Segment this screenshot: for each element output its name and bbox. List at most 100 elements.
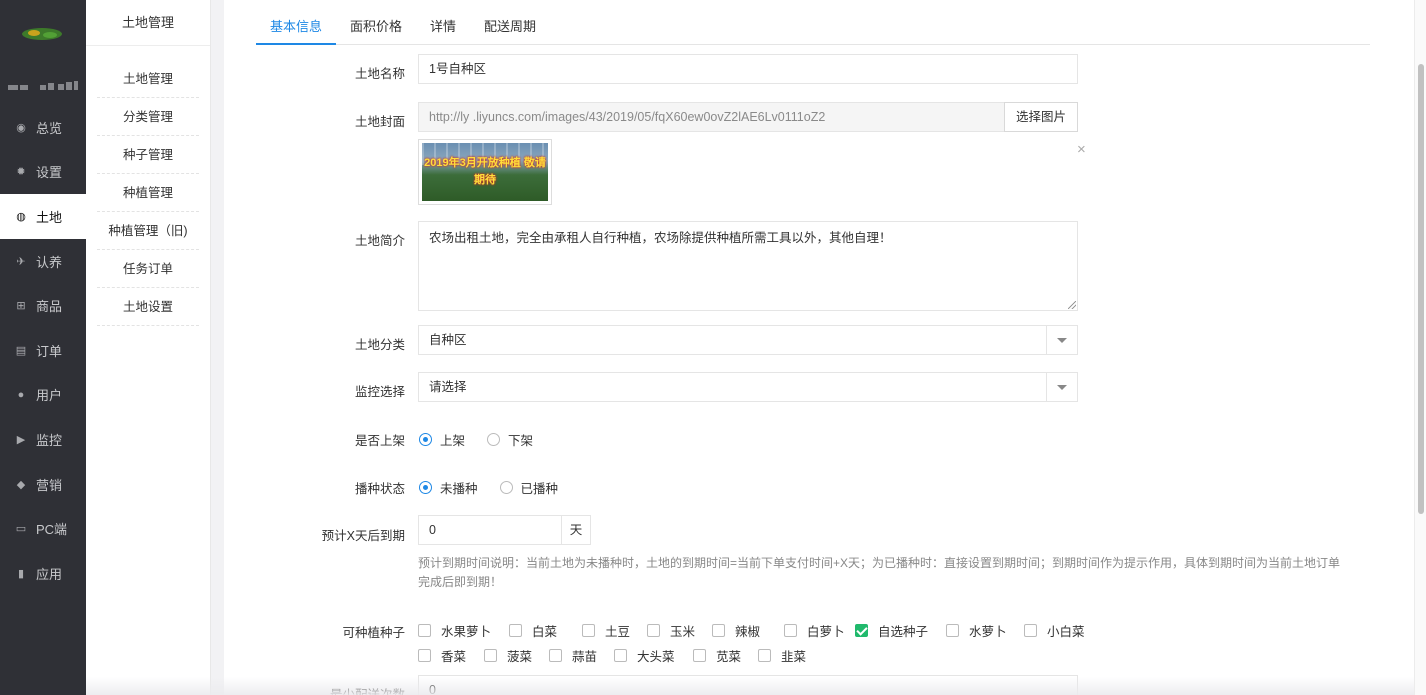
- category-dropdown-icon[interactable]: [1046, 326, 1077, 354]
- checkbox-icon[interactable]: [647, 624, 660, 637]
- tags-icon: ◆: [16, 478, 26, 491]
- nav-item-bird[interactable]: ✈ 认养: [0, 239, 86, 284]
- checkbox-icon[interactable]: [484, 649, 497, 662]
- tab-0[interactable]: 基本信息: [256, 8, 337, 45]
- cover-url-input[interactable]: http://ly .liyuncs.com/images/43/2019/05…: [418, 102, 1005, 132]
- land-name-input[interactable]: 1号自种区: [418, 54, 1078, 84]
- sow-label: 播种状态: [354, 482, 405, 496]
- sub-nav-item[interactable]: 种植管理: [97, 174, 199, 212]
- monitor-select[interactable]: 请选择: [418, 372, 1078, 402]
- page-scrollbar[interactable]: [1414, 0, 1426, 695]
- seed-option[interactable]: 玉米: [647, 621, 712, 640]
- radio-checked-icon[interactable]: [419, 433, 432, 446]
- seed-option[interactable]: 自选种子: [855, 621, 946, 640]
- nav-item-label: 用户: [36, 388, 63, 404]
- sub-nav-item[interactable]: 任务订单: [97, 250, 199, 288]
- sub-nav-list: 土地管理 分类管理 种子管理 种植管理 种植管理（旧) 任务订单 土地设置: [86, 60, 210, 326]
- seed-option[interactable]: 白菜: [509, 621, 582, 640]
- nav-item-list[interactable]: ▤ 订单: [0, 328, 86, 373]
- nav-item-label: 营销: [36, 477, 63, 493]
- radio-unchecked-icon[interactable]: [499, 481, 513, 494]
- radio-unchecked-icon[interactable]: [487, 433, 501, 446]
- shelf-off-option[interactable]: 下架: [487, 430, 533, 449]
- nav-item-dashboard[interactable]: ◉ 总览: [0, 105, 86, 150]
- expire-label: 预计X天后到期: [321, 529, 405, 543]
- category-label: 土地分类: [354, 338, 405, 352]
- seed-option[interactable]: 韭菜: [758, 646, 823, 665]
- seed-label: 蒜苗: [572, 650, 598, 664]
- scrollbar-thumb[interactable]: [1418, 64, 1424, 514]
- checkbox-icon[interactable]: [509, 624, 522, 637]
- gutter: [211, 0, 224, 695]
- seed-option[interactable]: 大头菜: [614, 646, 693, 665]
- sow-no-option[interactable]: 未播种: [419, 478, 478, 497]
- seed-label: 菠菜: [507, 650, 533, 664]
- seed-label: 自选种子: [878, 625, 929, 639]
- sub-nav-item[interactable]: 土地管理: [97, 60, 199, 98]
- tab-1[interactable]: 面积价格: [336, 8, 416, 45]
- nav-item-cart[interactable]: ⊞ 商品: [0, 283, 86, 328]
- checkbox-icon[interactable]: [582, 624, 595, 637]
- checkbox-icon[interactable]: [614, 649, 627, 662]
- sub-nav-item[interactable]: 土地设置: [97, 288, 199, 326]
- sub-nav-item[interactable]: 分类管理: [97, 98, 199, 136]
- checkbox-checked-icon[interactable]: [855, 624, 868, 637]
- nav-item-label: 商品: [36, 299, 63, 315]
- select-image-button[interactable]: 选择图片: [1004, 102, 1078, 132]
- play-icon: ▶: [16, 433, 26, 446]
- seed-option[interactable]: 水萝卜: [946, 621, 1024, 640]
- radio-checked-icon[interactable]: [419, 481, 432, 494]
- tab-2[interactable]: 详情: [416, 8, 470, 45]
- nav-item-play[interactable]: ▶ 监控: [0, 417, 86, 462]
- main-sidebar: ◉ 总览 ✹ 设置 ◍ 土地 ✈ 认养 ⊞ 商品 ▤ 订单 ● 用户 ▶ 监控 ◆ 营销 ▭ PC端 ▮ 应用: [0, 0, 86, 695]
- seed-option[interactable]: 水果萝卜: [418, 621, 509, 640]
- shelf-on-option[interactable]: 上架: [419, 430, 465, 449]
- sub-nav-item[interactable]: 种植管理（旧): [97, 212, 199, 250]
- cover-thumbnail[interactable]: 2019年3月开放种植 敬请期待: [418, 139, 552, 205]
- sow-yes-option[interactable]: 已播种: [499, 478, 558, 497]
- nav-item-tags[interactable]: ◆ 营销: [0, 462, 86, 507]
- monitor-dropdown-icon[interactable]: [1046, 373, 1077, 401]
- seed-label: 苋菜: [716, 650, 742, 664]
- checkbox-icon[interactable]: [712, 624, 725, 637]
- seed-option[interactable]: 苋菜: [693, 646, 758, 665]
- expire-days-input[interactable]: 0: [418, 515, 562, 545]
- nav-item-monitor[interactable]: ▭ PC端: [0, 506, 86, 551]
- category-select[interactable]: 自种区: [418, 325, 1078, 355]
- seed-option[interactable]: 香菜: [418, 646, 484, 665]
- nav-item-gear[interactable]: ✹ 设置: [0, 150, 86, 195]
- seed-label: 大头菜: [637, 650, 675, 664]
- checkbox-icon[interactable]: [784, 624, 797, 637]
- seed-option[interactable]: 蒜苗: [549, 646, 614, 665]
- seed-option[interactable]: 菠菜: [484, 646, 549, 665]
- seed-option[interactable]: 小白菜: [1024, 621, 1104, 640]
- nav-item-user[interactable]: ● 用户: [0, 373, 86, 418]
- resize-handle-icon[interactable]: [1068, 301, 1076, 309]
- remove-cover-icon[interactable]: ×: [1077, 141, 1086, 158]
- intro-textarea[interactable]: 农场出租土地，完全由承租人自行种植，农场除提供种植所需工具以外，其他自理！: [418, 221, 1078, 311]
- checkbox-icon[interactable]: [758, 649, 771, 662]
- nav-item-label: 订单: [36, 343, 63, 359]
- expire-help-text: 预计到期时间说明：当前土地为未播种时，土地的到期时间=当前下单支付时间+X天；为…: [418, 556, 1341, 589]
- checkbox-icon[interactable]: [549, 649, 562, 662]
- sow-no-label: 未播种: [440, 482, 478, 496]
- nav-item-book[interactable]: ▮ 应用: [0, 551, 86, 596]
- nav-item-globe[interactable]: ◍ 土地: [0, 194, 86, 239]
- seed-label: 水果萝卜: [441, 625, 492, 639]
- tab-3[interactable]: 配送周期: [470, 8, 550, 45]
- shelf-off-label: 下架: [508, 434, 534, 448]
- seed-label: 白萝卜: [807, 625, 845, 639]
- checkbox-icon[interactable]: [693, 649, 706, 662]
- nav-item-label: PC端: [36, 522, 68, 538]
- seeds-row-1: 水果萝卜 白菜 土豆 玉米 辣椒 白萝卜 自选种子 水萝卜 小白菜: [418, 621, 1338, 640]
- checkbox-icon[interactable]: [946, 624, 959, 637]
- checkbox-icon[interactable]: [1024, 624, 1037, 637]
- nav-item-label: 应用: [36, 566, 63, 582]
- seed-option[interactable]: 土豆: [582, 621, 647, 640]
- checkbox-icon[interactable]: [418, 624, 431, 637]
- delivery-count-input[interactable]: 0: [418, 675, 1078, 695]
- sub-nav-item[interactable]: 种子管理: [97, 136, 199, 174]
- checkbox-icon[interactable]: [418, 649, 431, 662]
- seed-option[interactable]: 辣椒: [712, 621, 784, 640]
- seed-option[interactable]: 白萝卜: [784, 621, 855, 640]
